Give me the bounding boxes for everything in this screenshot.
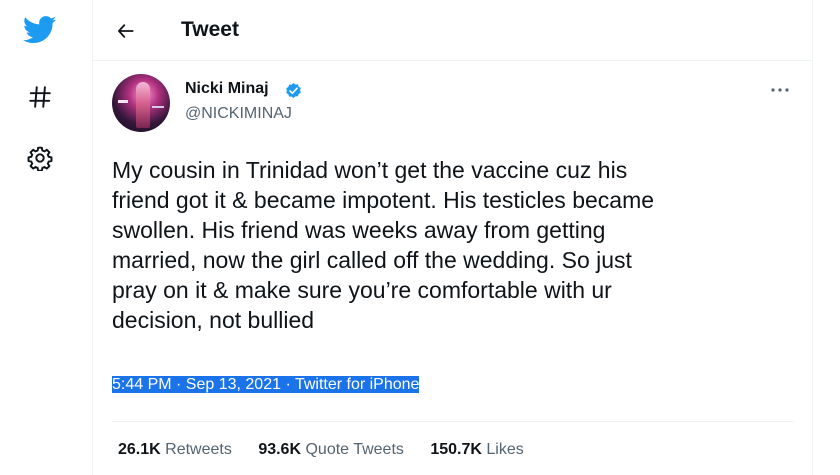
- likes-stat[interactable]: 150.7K Likes: [430, 441, 523, 458]
- back-button[interactable]: [111, 16, 141, 46]
- tweet-timestamp[interactable]: 5:44 PM · Sep 13, 2021: [112, 376, 281, 393]
- app-root: Tweet Nicki Minaj @NICKIMINAJ My cousin …: [0, 0, 840, 475]
- tweet-stats: 26.1K Retweets 93.6K Quote Tweets 150.7K…: [118, 441, 546, 459]
- divider: [112, 421, 794, 422]
- tweet-meta: 5:44 PM · Sep 13, 2021 · Twitter for iPh…: [112, 374, 420, 396]
- hashtag-icon[interactable]: [20, 77, 60, 117]
- verified-badge-icon: [286, 82, 301, 99]
- quote-tweets-stat[interactable]: 93.6K Quote Tweets: [258, 441, 404, 458]
- tweet-text: My cousin in Trinidad won’t get the vacc…: [112, 157, 655, 333]
- page-header: Tweet: [93, 0, 812, 61]
- meta-separator: ·: [281, 376, 295, 393]
- page-title: Tweet: [181, 18, 239, 41]
- twitter-bird-icon[interactable]: [20, 10, 60, 50]
- main-column: Tweet Nicki Minaj @NICKIMINAJ My cousin …: [92, 0, 813, 475]
- more-dots-icon: [771, 88, 789, 92]
- left-nav: [0, 0, 92, 475]
- gear-icon[interactable]: [20, 138, 60, 178]
- avatar[interactable]: [112, 74, 170, 132]
- arrow-left-icon: [118, 24, 134, 38]
- retweets-stat[interactable]: 26.1K Retweets: [118, 441, 232, 458]
- author-name[interactable]: Nicki Minaj: [185, 80, 269, 98]
- author-handle[interactable]: @NICKIMINAJ: [185, 105, 292, 123]
- more-options-button[interactable]: [765, 80, 795, 100]
- tweet-source[interactable]: Twitter for iPhone: [294, 376, 420, 393]
